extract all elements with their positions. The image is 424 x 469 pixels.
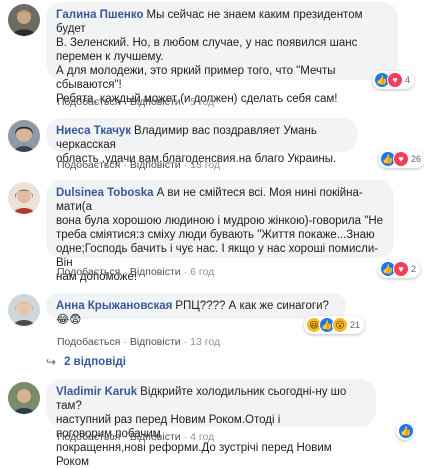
like-link[interactable]: Подобається — [57, 159, 120, 171]
comment-text: В. Зеленский. Но, в любом случае, у нас … — [56, 37, 358, 49]
reply-link[interactable]: Відповісти — [130, 336, 181, 348]
comment-bubble: Dulsinea Toboska А ви не смійтеся всі. Мо… — [46, 180, 394, 283]
reaction-count: 4 — [405, 75, 411, 85]
comment-bubble: Анна Крыжановская РПЦ???? А как же синаго… — [46, 293, 346, 326]
reply-link[interactable]: Відповісти — [130, 266, 181, 278]
comment-author[interactable]: Галина Пшенко — [56, 9, 144, 21]
comment-bubble: Ниеса Ткачук Владимир вас поздравляет Ума… — [46, 118, 358, 165]
reaction-summary[interactable]: 👍 ♥ 26 — [378, 150, 424, 168]
comment-actions: Подобається · Відповісти · 4 год — [57, 431, 215, 443]
like-link[interactable]: Подобається — [57, 431, 120, 443]
view-replies-link[interactable]: ↪ 2 відповіді — [46, 355, 126, 369]
reply-link[interactable]: Відповісти — [130, 159, 181, 171]
comment-time[interactable]: 6 год — [190, 266, 214, 278]
comment-actions: Подобається · Відповісти · 5 год — [57, 96, 215, 108]
comment-text: вона була хорошою людиною і мудрою жінко… — [56, 215, 384, 227]
comment-text: А для молодежи, это яркий пример того, ч… — [56, 65, 336, 91]
comment-time[interactable]: 4 год — [190, 431, 214, 443]
comment-time[interactable]: 5 год — [190, 96, 214, 108]
avatar[interactable] — [8, 4, 40, 36]
avatar[interactable] — [8, 294, 40, 326]
comment-actions: Подобається · Відповісти · 13 год — [57, 159, 221, 171]
reaction-summary[interactable]: 👍 — [396, 422, 414, 440]
reaction-count: 26 — [411, 154, 422, 164]
reaction-summary[interactable]: 👍 ♥ 2 — [378, 260, 421, 278]
reaction-summary[interactable]: 👍 ♥ 4 — [372, 71, 415, 89]
love-reaction-icon: ♥ — [393, 261, 409, 277]
reaction-count: 21 — [350, 320, 361, 330]
wow-reaction-icon: 😮 — [332, 317, 348, 333]
reaction-count: 2 — [411, 264, 417, 274]
like-link[interactable]: Подобається — [57, 336, 120, 348]
reply-link[interactable]: Відповісти — [130, 431, 181, 443]
avatar[interactable] — [8, 120, 40, 152]
like-link[interactable]: Подобається — [57, 266, 120, 278]
love-reaction-icon: ♥ — [393, 151, 409, 167]
reaction-summary[interactable]: 😆 👍 😮 21 — [304, 316, 365, 334]
reply-link[interactable]: Відповісти — [130, 96, 181, 108]
replies-count[interactable]: 2 відповіді — [64, 356, 126, 368]
comment-text: покращення,нові реформи.До зустрічі пере… — [56, 442, 332, 468]
reply-arrow-icon: ↪ — [46, 355, 57, 369]
comment-bubble: Vladimir Karuk Відкрийте холодильник сьог… — [46, 379, 376, 468]
avatar[interactable] — [8, 182, 40, 214]
like-reaction-icon: 👍 — [398, 423, 414, 439]
comment-author[interactable]: Dulsinea Toboska — [56, 187, 154, 199]
comment-time[interactable]: 13 год — [190, 159, 220, 171]
love-reaction-icon: ♥ — [387, 72, 403, 88]
comment-text: треба сміятися:з сміху люди бувають "Жит… — [56, 229, 375, 241]
comment-actions: Подобається · Відповісти · 13 год — [57, 336, 221, 348]
comment-author[interactable]: Ниеса Ткачук — [56, 125, 131, 137]
comment-author[interactable]: Анна Крыжановская — [56, 300, 172, 312]
comment-author[interactable]: Vladimir Karuk — [56, 386, 137, 398]
comment-text: перемен к лучшему. — [56, 51, 164, 63]
comment-time[interactable]: 13 год — [190, 336, 220, 348]
comment-bubble: Галина Пшенко Мы сейчас не знаем каким пр… — [46, 2, 398, 105]
avatar[interactable] — [8, 382, 40, 414]
comment-actions: Подобається · Відповісти · 6 год — [57, 266, 215, 278]
like-link[interactable]: Подобається — [57, 96, 120, 108]
